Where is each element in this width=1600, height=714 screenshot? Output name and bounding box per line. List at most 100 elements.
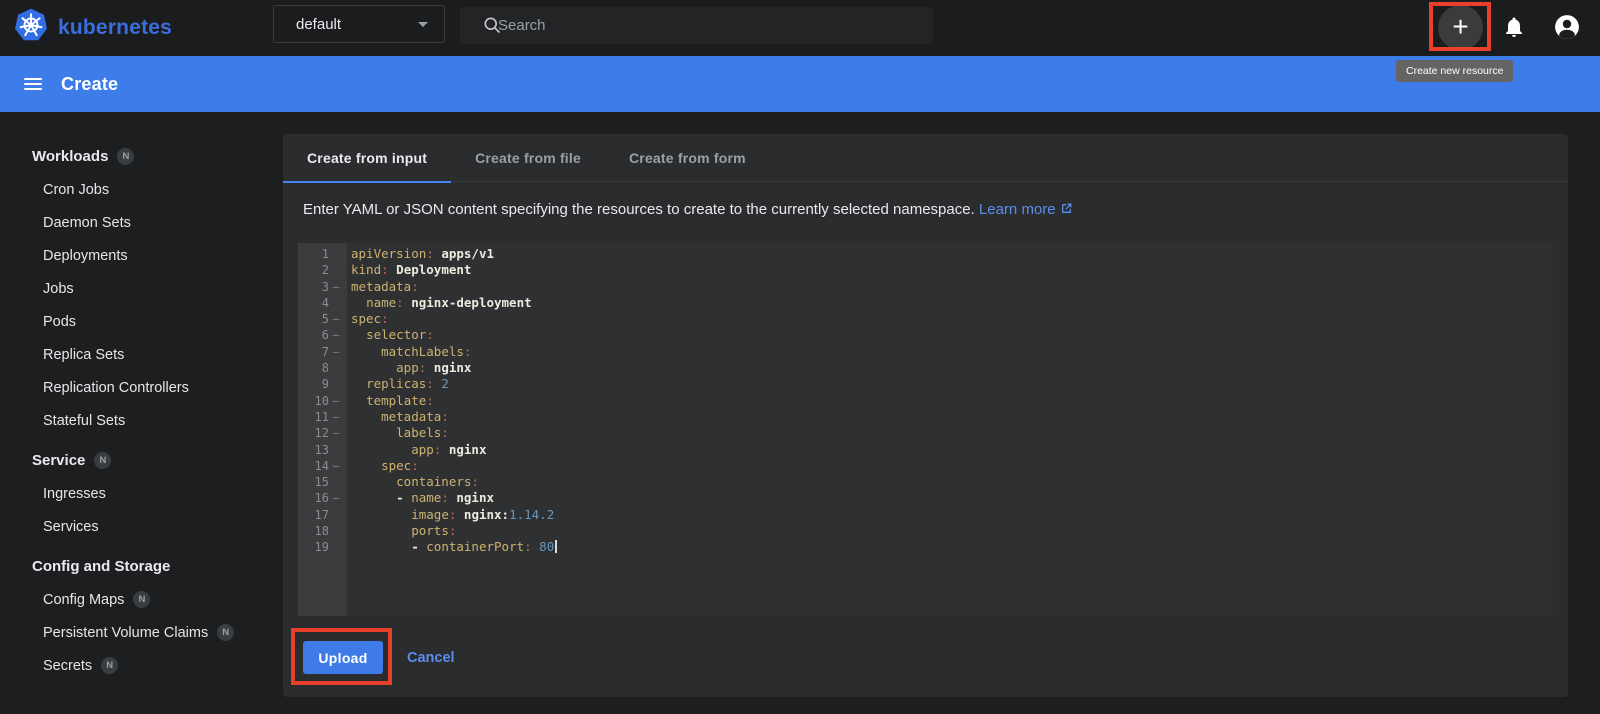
sidebar-section-service[interactable]: Service N	[0, 444, 283, 477]
sidebar-item-replica-sets[interactable]: Replica Sets	[0, 338, 283, 371]
sidebar-item-stateful-sets[interactable]: Stateful Sets	[0, 404, 283, 437]
tab-create-from-file[interactable]: Create from file	[451, 134, 605, 182]
line-number: 18	[314, 524, 329, 539]
token-key: kind	[351, 262, 382, 278]
tab-create-from-input[interactable]: Create from input	[283, 134, 452, 183]
cancel-button[interactable]: Cancel	[407, 641, 455, 674]
editor-gutter: 1 2 3–4 5–6–7–8 9 10–11–12–13 14–15 16–17 18 19	[298, 243, 347, 616]
token-key: image	[411, 506, 449, 522]
token-val: nginx	[448, 490, 495, 506]
code-line: kind: Deployment	[351, 262, 1553, 278]
gutter-line: 1	[298, 246, 347, 262]
token-val: -	[411, 539, 427, 555]
search-input[interactable]	[498, 17, 921, 34]
line-number: 5	[321, 312, 329, 327]
token-colon: :	[448, 523, 457, 539]
sidebar-item-secrets[interactable]: Secrets N	[0, 649, 283, 682]
new-badge: N	[133, 591, 151, 608]
fold-marker-icon[interactable]: –	[329, 344, 343, 360]
fold-marker-icon[interactable]: –	[329, 490, 343, 506]
token-key: template	[366, 392, 427, 408]
create-new-resource-button[interactable]: +	[1438, 5, 1483, 50]
sidebar-item-deployments[interactable]: Deployments	[0, 239, 283, 272]
gutter-line: 13	[298, 442, 347, 458]
namespace-selector[interactable]: default	[273, 5, 445, 43]
menu-icon[interactable]	[24, 75, 42, 93]
sidebar-item-label: Pods	[43, 313, 77, 330]
sidebar-item-label: Replica Sets	[43, 346, 125, 363]
code-line: metadata:	[351, 409, 1553, 425]
token-key: name	[366, 294, 397, 310]
tab-bar: Create from input Create from file Create …	[283, 134, 1568, 183]
code-line: - containerPort: 80	[351, 539, 1553, 555]
code-line: spec:	[351, 458, 1553, 474]
gutter-line: 16–	[298, 490, 347, 506]
sidebar-item-label: Daemon Sets	[43, 214, 131, 231]
line-number: 14	[314, 458, 329, 473]
account-button[interactable]	[1554, 14, 1580, 45]
line-number: 15	[314, 475, 329, 490]
sidebar-item-pods[interactable]: Pods	[0, 305, 283, 338]
token-val: apps/v1	[433, 246, 495, 261]
code-line: name: nginx-deployment	[351, 295, 1553, 311]
upload-button[interactable]: Upload	[303, 641, 383, 674]
fold-marker-icon[interactable]: –	[329, 409, 343, 425]
code-line: metadata:	[351, 279, 1553, 295]
sidebar-item-label: Stateful Sets	[43, 412, 126, 429]
app-bar: Create	[0, 56, 1600, 112]
token-colon: :	[441, 490, 449, 506]
tab-create-from-form[interactable]: Create from form	[605, 134, 770, 182]
token-colon: :	[411, 278, 419, 294]
sidebar-section-workloads[interactable]: Workloads N	[0, 140, 283, 173]
brand-title: kubernetes	[58, 15, 173, 39]
sidebar-item-persistent-volume-claims[interactable]: Persistent Volume Claims N	[0, 616, 283, 649]
sidebar-section-config-and-storage[interactable]: Config and Storage	[0, 550, 283, 583]
search-bar[interactable]	[460, 7, 933, 44]
new-badge: N	[94, 452, 112, 469]
token-colon: :	[381, 311, 389, 327]
fold-marker-icon[interactable]: –	[329, 311, 343, 327]
notifications-button[interactable]	[1502, 15, 1526, 44]
token-key: selector	[366, 327, 427, 343]
fold-marker-icon[interactable]: –	[329, 327, 343, 343]
code-line: app: nginx	[351, 360, 1553, 376]
sidebar-item-label: Secrets	[43, 657, 93, 674]
fold-marker-icon[interactable]: –	[329, 458, 343, 474]
sidebar-item-ingresses[interactable]: Ingresses	[0, 477, 283, 510]
description-text: Enter YAML or JSON content specifying th…	[303, 201, 1548, 219]
fold-marker-icon[interactable]: –	[329, 425, 343, 441]
new-badge: N	[117, 148, 135, 165]
line-number: 12	[314, 426, 329, 441]
editor-code-area[interactable]: apiVersion: apps/v1 kind: Deployment metad…	[347, 243, 1553, 616]
line-number: 10	[314, 393, 329, 408]
page-title: Create	[61, 73, 119, 94]
token-num: 2	[433, 376, 449, 392]
code-line: app: nginx	[351, 442, 1553, 458]
token-colon: :	[381, 262, 389, 278]
fold-marker-icon[interactable]: –	[329, 279, 343, 295]
line-number: 19	[314, 540, 329, 555]
external-link-icon	[1060, 202, 1073, 219]
sidebar-item-replication-controllers[interactable]: Replication Controllers	[0, 371, 283, 404]
learn-more-link[interactable]: Learn more	[979, 201, 1073, 218]
text-cursor	[555, 540, 558, 554]
token-key: app	[396, 360, 419, 376]
sidebar-item-daemon-sets[interactable]: Daemon Sets	[0, 206, 283, 239]
sidebar-item-config-maps[interactable]: Config Maps N	[0, 583, 283, 616]
token-key: apiVersion	[351, 246, 427, 261]
sidebar-item-label: Services	[43, 518, 99, 535]
fold-marker-icon[interactable]: –	[329, 393, 343, 409]
sidebar-item-jobs[interactable]: Jobs	[0, 272, 283, 305]
brand[interactable]: kubernetes	[14, 8, 172, 47]
sidebar-item-cron-jobs[interactable]: Cron Jobs	[0, 173, 283, 206]
token-key: metadata	[351, 278, 412, 294]
sidebar-item-services[interactable]: Services	[0, 510, 283, 543]
line-number: 8	[321, 361, 329, 376]
yaml-editor[interactable]: 1 2 3–4 5–6–7–8 9 10–11–12–13 14–15 16–17 18 19 a…	[298, 243, 1553, 616]
